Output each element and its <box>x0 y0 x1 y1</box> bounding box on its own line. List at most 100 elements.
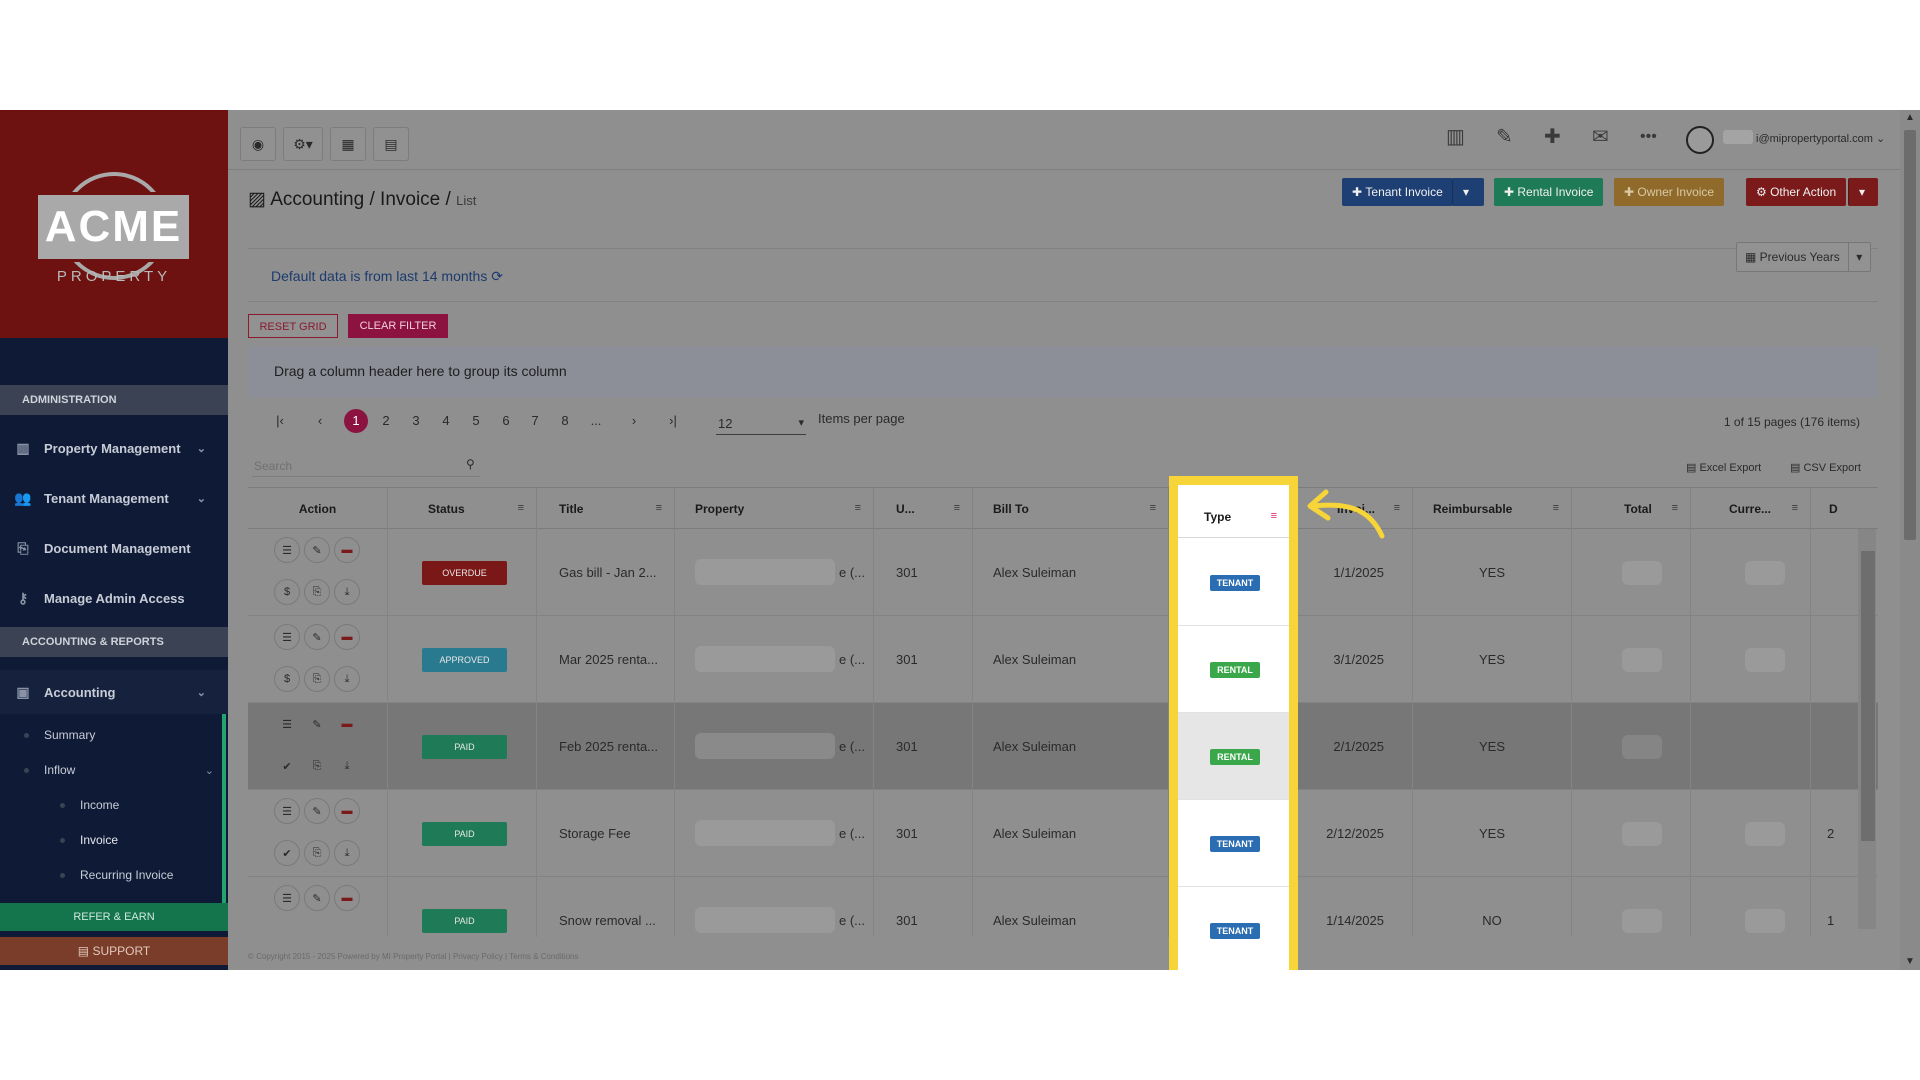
sidebar-item-property-management[interactable]: ▥ Property Management ⌄ <box>0 426 228 470</box>
owner-invoice-button[interactable]: ✚ Owner Invoice <box>1614 178 1725 206</box>
details-icon[interactable]: ☰ <box>274 624 300 650</box>
sidebar-subitem-inflow[interactable]: Inflow ⌄ <box>0 753 228 787</box>
user-email[interactable]: i@mipropertyportal.com ⌄ <box>1756 132 1885 145</box>
page-scrollbar-thumb[interactable] <box>1904 130 1916 540</box>
breadcrumb-invoice[interactable]: Invoice <box>380 189 440 210</box>
download-icon[interactable]: ⤓ <box>334 840 360 866</box>
filter-icon[interactable]: ≡ <box>1672 502 1678 514</box>
sidebar-item-tenant-management[interactable]: 👥 Tenant Management ⌄ <box>0 476 228 520</box>
table-row[interactable]: ☰ ✎ ▬ PAID Snow removal ... e (... 301 A… <box>248 877 1878 937</box>
support-button[interactable]: ▤ SUPPORT <box>0 937 228 965</box>
delete-icon[interactable]: ▬ <box>334 624 360 650</box>
user-avatar[interactable] <box>1686 126 1714 154</box>
wrench-icon[interactable]: ✎ <box>1496 124 1513 149</box>
csv-export-button[interactable]: ▤ CSV Export <box>1790 461 1861 474</box>
col-reimbursable[interactable]: Reimbursable ≡ <box>1413 488 1572 530</box>
rental-invoice-button[interactable]: ✚ Rental Invoice <box>1494 178 1604 206</box>
filter-icon[interactable]: ≡ <box>855 502 861 514</box>
table-row[interactable]: ☰ ✎ ▬ ✔ ⎘ ⤓ PAID Storage Fee e (... 301 … <box>248 790 1878 877</box>
details-icon[interactable]: ☰ <box>274 885 300 911</box>
excel-export-button[interactable]: ▤ Excel Export <box>1686 461 1761 474</box>
filter-icon[interactable]: ≡ <box>518 502 524 514</box>
page-3[interactable]: 3 <box>404 413 428 428</box>
logo[interactable]: ACME <box>35 192 192 262</box>
copy-icon[interactable]: ⎘ <box>304 840 330 866</box>
filter-icon[interactable]: ≡ <box>1553 502 1559 514</box>
filter-icon[interactable]: ≡ <box>656 502 662 514</box>
edit-icon[interactable]: ✎ <box>304 711 330 737</box>
sidebar-item-manage-admin-access[interactable]: ⚷ Manage Admin Access <box>0 576 228 620</box>
page-7[interactable]: 7 <box>523 413 547 428</box>
col-unit[interactable]: U... ≡ <box>874 488 973 530</box>
delete-icon[interactable]: ▬ <box>334 798 360 824</box>
mail-icon[interactable]: ✉ <box>1592 124 1609 149</box>
calculator-button[interactable]: ▤ <box>373 127 409 161</box>
page-2[interactable]: 2 <box>374 413 398 428</box>
page-1[interactable]: 1 <box>344 409 368 433</box>
check-icon[interactable]: ✔ <box>274 840 300 866</box>
clear-filter-button[interactable]: CLEAR FILTER <box>348 314 448 338</box>
caret-down-icon[interactable]: ▾ <box>1847 243 1870 271</box>
dollar-icon[interactable]: $ <box>274 579 300 605</box>
page-8[interactable]: 8 <box>553 413 577 428</box>
scroll-up-icon[interactable]: ▲ <box>1905 112 1915 123</box>
edit-icon[interactable]: ✎ <box>304 885 330 911</box>
sidebar-subitem-summary[interactable]: Summary <box>0 718 228 752</box>
group-drop-area[interactable]: Drag a column header here to group its c… <box>248 347 1878 397</box>
next-page-icon[interactable]: › <box>622 413 646 428</box>
copy-icon[interactable]: ⎘ <box>304 666 330 692</box>
col-status[interactable]: Status ≡ <box>388 488 537 530</box>
delete-icon[interactable]: ▬ <box>334 885 360 911</box>
filter-icon[interactable]: ≡ <box>1394 502 1400 514</box>
col-title[interactable]: Title ≡ <box>537 488 675 530</box>
first-page-icon[interactable]: |‹ <box>268 413 292 428</box>
col-d[interactable]: D <box>1811 488 1858 530</box>
copy-icon[interactable]: ⎘ <box>304 579 330 605</box>
col-property[interactable]: Property ≡ <box>675 488 874 530</box>
breadcrumb-accounting[interactable]: Accounting <box>270 189 364 210</box>
search-input[interactable] <box>252 455 480 477</box>
download-icon[interactable]: ⤓ <box>334 753 360 779</box>
table-row-selected[interactable]: ☰ ✎ ▬ ✔ ⎘ ⤓ PAID Feb 2025 renta... e (..… <box>248 703 1878 790</box>
other-action-dropdown[interactable]: ▾ <box>1848 178 1878 206</box>
search-icon[interactable]: ⚲ <box>466 457 475 471</box>
table-row[interactable]: ☰ ✎ ▬ $ ⎘ ⤓ OVERDUE Gas bill - Jan 2... … <box>248 529 1878 616</box>
check-icon[interactable]: ✔ <box>274 753 300 779</box>
sidebar-item-accounting[interactable]: ▣ Accounting ⌄ <box>0 670 228 714</box>
col-action[interactable]: Action <box>248 488 388 530</box>
scroll-down-icon[interactable]: ▼ <box>1905 956 1915 967</box>
grid-scrollbar[interactable] <box>1858 529 1876 929</box>
filter-icon[interactable]: ≡ <box>954 502 960 514</box>
grid-scrollbar-thumb[interactable] <box>1861 551 1875 841</box>
previous-years-button[interactable]: ▦ Previous Years ▾ <box>1736 242 1871 272</box>
delete-icon[interactable]: ▬ <box>334 711 360 737</box>
prev-page-icon[interactable]: ‹ <box>308 413 332 428</box>
col-bill-to[interactable]: Bill To ≡ <box>973 488 1169 530</box>
col-currency[interactable]: Curre... ≡ <box>1691 488 1811 530</box>
details-icon[interactable]: ☰ <box>274 798 300 824</box>
page-4[interactable]: 4 <box>434 413 458 428</box>
page-more[interactable]: ... <box>584 413 608 428</box>
other-action-button[interactable]: ⚙ Other Action <box>1746 178 1847 206</box>
tenant-invoice-button[interactable]: ✚ Tenant Invoice <box>1342 178 1453 206</box>
last-page-icon[interactable]: ›| <box>661 413 685 428</box>
tenant-invoice-dropdown[interactable]: ▾ <box>1452 178 1484 206</box>
edit-icon[interactable]: ✎ <box>304 624 330 650</box>
filter-icon[interactable]: ≡ <box>1150 502 1156 514</box>
page-5[interactable]: 5 <box>464 413 488 428</box>
sidebar-item-document-management[interactable]: ⎘ Document Management <box>0 526 228 570</box>
calendar-button[interactable]: ▦ <box>330 127 366 161</box>
reset-grid-button[interactable]: RESET GRID <box>248 314 338 338</box>
col-total[interactable]: Total ≡ <box>1572 488 1691 530</box>
settings-button[interactable]: ⚙▾ <box>283 127 323 161</box>
table-row[interactable]: ☰ ✎ ▬ $ ⎘ ⤓ APPROVED Mar 2025 renta... e… <box>248 616 1878 703</box>
delete-icon[interactable]: ▬ <box>334 537 360 563</box>
copy-icon[interactable]: ⎘ <box>304 753 330 779</box>
sidebar-subitem-recurring-invoice[interactable]: Recurring Invoice <box>0 858 228 892</box>
dollar-icon[interactable]: $ <box>274 666 300 692</box>
sidebar-subitem-invoice[interactable]: Invoice <box>0 823 228 857</box>
edit-icon[interactable]: ✎ <box>304 537 330 563</box>
download-icon[interactable]: ⤓ <box>334 579 360 605</box>
sidebar-subitem-income[interactable]: Income <box>0 788 228 822</box>
refer-earn-button[interactable]: REFER & EARN <box>0 903 228 931</box>
